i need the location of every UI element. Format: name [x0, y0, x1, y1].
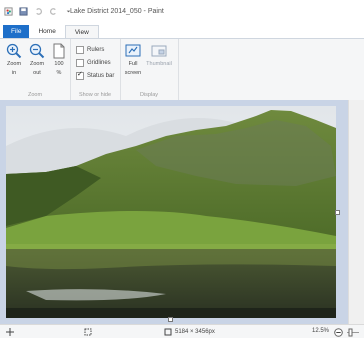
tab-file[interactable]: File: [3, 25, 30, 38]
ribbon-tabs: File Home View: [0, 25, 99, 38]
image-dimensions: 5184 × 3456px: [164, 328, 215, 336]
resize-handle-right[interactable]: [335, 210, 340, 215]
vertical-scrollbar[interactable]: [348, 100, 364, 324]
zoom-slider-thumb-icon: [347, 328, 359, 337]
zoom-100-label-2: %: [56, 69, 62, 76]
save-icon[interactable]: [19, 7, 28, 16]
image-dimensions-text: 5184 × 3456px: [175, 329, 215, 335]
display-group-label: Display: [139, 92, 159, 98]
image-size-icon: [164, 328, 172, 336]
redo-icon[interactable]: [49, 7, 58, 16]
tab-home[interactable]: Home: [29, 25, 64, 38]
zoom-in-button[interactable]: Zoom in: [3, 43, 25, 76]
image-canvas[interactable]: [6, 106, 336, 318]
selection-icon: [84, 328, 92, 336]
zoom-in-label-1: Zoom: [6, 61, 22, 67]
title-bar: Lake District 2014_050 - Paint: [0, 0, 364, 24]
paint-window: Lake District 2014_050 - Paint File Home…: [0, 0, 364, 338]
zoom-100-label-1: 100: [54, 61, 64, 67]
zoom-group: Zoom in Zoom out 100 % Zoom: [0, 39, 71, 101]
landscape-photo: [6, 106, 336, 318]
zoom-group-label: Zoom: [27, 92, 43, 98]
page-100-icon: [53, 43, 65, 59]
zoom-out-button[interactable]: Zoom out: [26, 43, 48, 76]
zoom-level: 12.5%: [312, 328, 329, 334]
zoom-out-icon: [29, 43, 45, 59]
zoom-slider[interactable]: [347, 328, 359, 337]
rulers-checkbox-box[interactable]: [76, 46, 84, 54]
selection-size: [84, 328, 92, 336]
window-title: Lake District 2014_050 - Paint: [70, 8, 164, 15]
status-bar-label: Status bar: [87, 73, 115, 79]
undo-icon[interactable]: [34, 7, 43, 16]
thumbnail-label: Thumbnail: [146, 61, 172, 67]
quick-access-toolbar: [4, 7, 73, 16]
status-bar-checkbox-box[interactable]: [76, 70, 84, 80]
rulers-checkbox[interactable]: Rulers: [76, 46, 104, 54]
tab-view[interactable]: View: [64, 25, 99, 38]
show-hide-group: Rulers Gridlines Status bar Show or hide: [70, 39, 121, 101]
full-screen-label-1: Full: [128, 61, 138, 67]
status-bar-checkbox[interactable]: Status bar: [76, 70, 115, 80]
status-bar: 5184 × 3456px 12.5%: [0, 324, 364, 338]
full-screen-label-2: screen: [124, 69, 142, 76]
ribbon: Zoom in Zoom out 100 % Zoom Rulers Gridl…: [0, 38, 364, 102]
full-screen-icon: [125, 44, 141, 57]
gridlines-label: Gridlines: [87, 60, 111, 66]
gridlines-checkbox-box[interactable]: [76, 59, 84, 67]
thumbnail-icon: [151, 45, 167, 57]
full-screen-button[interactable]: Full screen: [122, 43, 144, 76]
zoom-in-label-2: in: [11, 69, 17, 76]
minus-circle-icon: [334, 328, 343, 337]
thumbnail-button[interactable]: Thumbnail: [144, 43, 174, 68]
paint-app-icon[interactable]: [4, 7, 13, 16]
cursor-position: [6, 328, 14, 336]
zoom-level-text: 12.5%: [312, 328, 330, 334]
display-group: Full screen Thumbnail Display: [120, 39, 179, 101]
show-hide-group-label: Show or hide: [78, 92, 112, 98]
resize-handle-bottom[interactable]: [168, 317, 173, 322]
gridlines-checkbox[interactable]: Gridlines: [76, 59, 111, 67]
zoom-out-label-1: Zoom: [29, 61, 45, 67]
zoom-in-icon: [6, 43, 22, 59]
crosshair-icon: [6, 328, 14, 336]
zoom-out-status-button[interactable]: [334, 328, 343, 337]
rulers-label: Rulers: [87, 47, 105, 53]
zoom-out-label-2: out: [33, 69, 41, 76]
canvas-workspace[interactable]: [0, 100, 364, 324]
zoom-100-button[interactable]: 100 %: [48, 43, 70, 76]
